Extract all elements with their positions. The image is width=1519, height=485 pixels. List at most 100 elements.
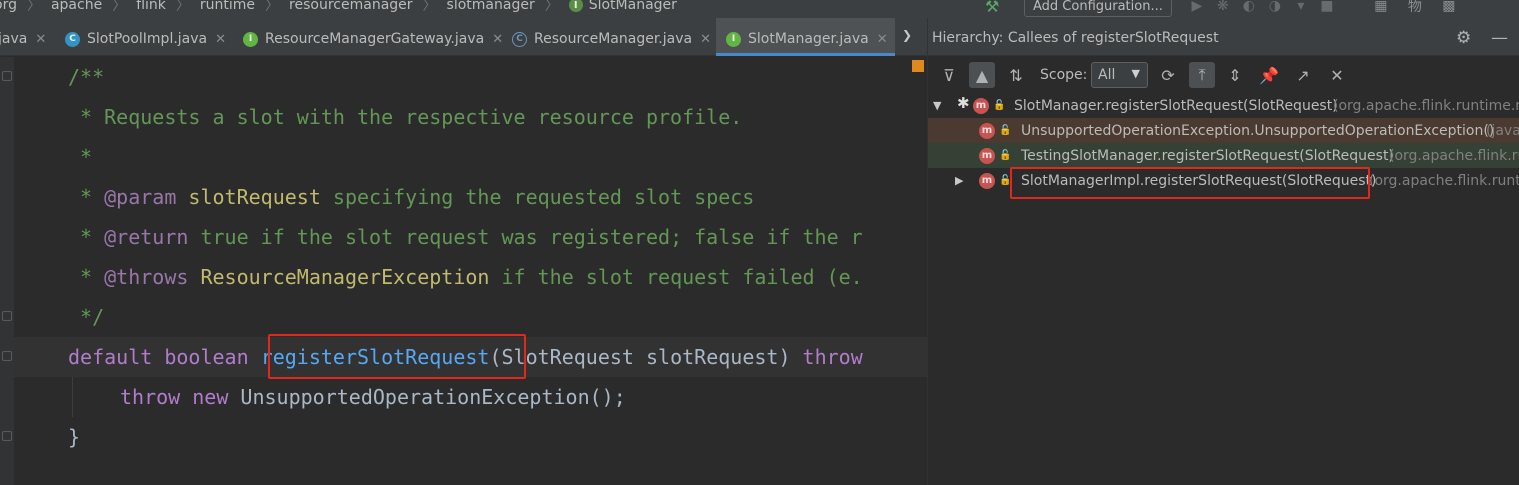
breadcrumb-separator: 〉 [544,0,559,14]
code-line-5: * @return true if the slot request was r… [68,217,863,257]
close-icon[interactable]: ✕ [35,32,46,47]
tab-resourcemanager[interactable]: C ResourceManager.java ✕ [512,28,711,50]
comment-star: * [68,225,105,249]
tree-row-root[interactable]: ▼ ✱ m 🔓 SlotManager.registerSlotRequest(… [928,93,1519,118]
breadcrumb-item-slotmanager[interactable]: slotmanager [447,0,535,13]
public-access-icon: 🔓 [999,150,1012,161]
javadoc-tag: @param [104,185,177,209]
callee-highlight-box [1010,167,1370,199]
code-line-10: } [68,425,81,449]
gear-icon[interactable]: ⚙ [1456,28,1471,48]
fold-marker-icon[interactable] [2,311,12,321]
chevron-down-icon[interactable]: ▼ [933,99,941,112]
navigation-bar: org 〉 apache 〉 flink 〉 runtime 〉 resourc… [0,0,1519,18]
method-icon: m [979,122,995,139]
caller-hierarchy-icon[interactable]: ⊽ [936,62,962,88]
minimize-icon[interactable]: — [1491,28,1508,48]
breadcrumb-item-org[interactable]: org [0,0,17,13]
sort-alphabetically-icon[interactable]: ⇅ [1003,62,1029,88]
tab-label: java [0,31,28,47]
method-package: (java [1486,122,1519,139]
run-toolbar: ⚒ Add Configuration... ▶ ❋ ◐ ◑ ▾ ■ ▦ 物 ▩ [985,0,1462,17]
expand-all-icon[interactable]: ⇕ [1222,62,1248,88]
fold-marker-icon[interactable] [2,71,12,81]
comment-text: if the slot request failed (e. [489,265,863,289]
keyword: boolean [164,345,249,369]
method-icon: m [973,97,989,114]
chevron-down-icon[interactable]: ❯ [902,28,912,42]
editor-tab-bar: java ✕ C SlotPoolImpl.java ✕ I ResourceM… [0,18,927,56]
terminal-icon[interactable]: ▩ [1436,0,1462,14]
method-name: TestingSlotManager.registerSlotRequest(S… [1021,147,1394,164]
method-name: UnsupportedOperationException.Unsupporte… [1021,122,1495,139]
tab-java[interactable]: java ✕ [0,28,46,50]
tree-row[interactable]: m 🔓 TestingSlotManager.registerSlotReque… [928,143,1519,168]
add-configuration-button[interactable]: Add Configuration... [1024,0,1172,17]
scope-label: Scope: [1040,67,1088,83]
breadcrumb-item-apache[interactable]: apache [51,0,102,13]
autoscroll-to-source-icon[interactable]: ⤒ [1189,62,1215,88]
editor-gutter [0,57,14,485]
tab-slotmanager[interactable]: I SlotManager.java ✕ [726,28,888,50]
profiler-icon[interactable]: ◑ [1262,0,1288,14]
breadcrumb-item-label: SlotManager [588,0,677,13]
close-icon[interactable]: ✕ [700,32,711,47]
code-editor[interactable]: /** * Requests a slot with the respectiv… [0,57,927,485]
class-icon: C [65,31,80,47]
tab-label: SlotManager.java [748,31,869,47]
keyword: new [192,385,229,409]
run-with-coverage-icon[interactable]: ◐ [1236,0,1262,14]
close-icon[interactable]: ✕ [492,32,503,47]
translate-icon[interactable]: 物 [1402,0,1428,16]
hierarchy-header: Hierarchy: Callees of registerSlotReques… [928,18,1519,56]
callee-hierarchy-icon[interactable]: ▲ [969,62,995,88]
breadcrumb-item-resourcemanager[interactable]: resourcemanager [289,0,412,13]
build-hammer-icon[interactable]: ⚒ [985,0,1007,16]
tab-label: SlotPoolImpl.java [87,31,208,47]
code-line-7: */ [68,305,105,329]
method-name-highlight-box [268,334,526,379]
code-line-4: * @param slotRequest specifying the requ… [68,177,754,217]
close-icon[interactable]: ✕ [1324,62,1350,88]
code-text: UnsupportedOperationException(); [228,385,626,409]
close-icon[interactable]: ✕ [215,32,226,47]
hierarchy-tree: ▼ ✱ m 🔓 SlotManager.registerSlotRequest(… [928,93,1519,485]
breadcrumb-separator: 〉 [175,0,190,14]
method-package: (org.apache.flink.ru [1389,147,1519,164]
more-run-options-icon[interactable]: ▾ [1288,0,1314,14]
interface-icon: I [568,0,583,12]
keyword: default [68,345,153,369]
keyword: throw [120,385,181,409]
method-package: (org.apache.flink.runti [1369,172,1519,189]
debug-icon[interactable]: ❋ [1210,0,1236,14]
project-structure-icon[interactable]: ▦ [1368,0,1394,14]
fold-marker-icon[interactable] [2,351,12,361]
breadcrumb-item-runtime[interactable]: runtime [200,0,255,13]
export-icon[interactable]: ↗ [1290,62,1316,88]
active-tab-underline [716,53,895,56]
hierarchy-title: Hierarchy: Callees of registerSlotReques… [932,30,1219,46]
tab-slotpoolimpl[interactable]: C SlotPoolImpl.java ✕ [65,28,226,50]
indent-guide [72,377,73,417]
tab-resourcemanagergateway[interactable]: I ResourceManagerGateway.java ✕ [243,28,503,50]
pin-icon[interactable]: 📌 [1256,62,1282,88]
breadcrumb-item-slotmanager-class[interactable]: I SlotManager [568,0,677,13]
run-icon[interactable]: ▶ [1184,0,1210,14]
scope-select[interactable]: All ▼ [1091,62,1148,88]
close-icon[interactable]: ✕ [877,32,888,47]
fold-marker-icon[interactable] [2,431,12,441]
chevron-right-icon[interactable]: ▶ [955,174,963,187]
method-name: SlotManager.registerSlotRequest(SlotRequ… [1014,97,1338,114]
code-line-3: * [68,145,93,169]
scope-value: All [1098,67,1116,83]
tab-label: ResourceManagerGateway.java [265,31,485,47]
javadoc-param-name: slotRequest [188,185,321,209]
inspection-warning-marker[interactable] [912,60,924,72]
stop-icon[interactable]: ■ [1314,0,1340,14]
hierarchy-tool-window: Hierarchy: Callees of registerSlotReques… [927,18,1519,485]
public-access-icon: 🔓 [993,100,1006,111]
javadoc-tag: @return [104,225,189,249]
tree-row[interactable]: m 🔓 UnsupportedOperationException.Unsupp… [928,118,1519,143]
breadcrumb-item-flink[interactable]: flink [136,0,166,13]
refresh-icon[interactable]: ⟳ [1155,62,1181,88]
